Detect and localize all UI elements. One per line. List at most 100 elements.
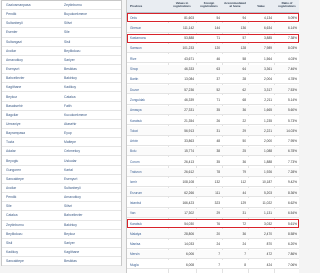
district-link[interactable]: Besiktas <box>64 259 77 263</box>
district-link[interactable]: Arnavutkoy <box>64 195 81 199</box>
district-link[interactable]: Sile <box>6 204 12 208</box>
province-link[interactable]: Mersin <box>130 252 140 256</box>
district-link[interactable]: Gaziosmanpasa <box>6 3 31 7</box>
district-link[interactable]: Sile <box>64 30 70 34</box>
district-link[interactable]: Tuzla <box>6 140 14 144</box>
table-row: Mersin 6,006 7 7 472 7.86% <box>127 249 299 260</box>
district-link[interactable]: Silivri <box>64 21 72 25</box>
district-link[interactable]: Bakirkoy <box>64 223 77 227</box>
district-link[interactable]: Kucukcekmece <box>64 113 87 117</box>
district-link[interactable]: Atasehir <box>64 122 76 126</box>
district-link[interactable]: Sisli <box>64 40 70 44</box>
district-link[interactable]: Pendik <box>6 12 16 16</box>
province-link[interactable]: Manisa <box>130 242 140 246</box>
province-link[interactable]: Duzce <box>130 88 139 92</box>
district-link[interactable]: Uskudar <box>64 159 77 163</box>
province-link[interactable]: Kastamonu <box>130 36 146 40</box>
district-link[interactable]: Beykoz <box>6 95 17 99</box>
province-link[interactable]: Van <box>130 211 135 215</box>
cell-v4: 5,203 <box>264 190 272 195</box>
district-link[interactable]: Beylikduzu <box>64 49 80 53</box>
district-link[interactable]: Kadikoy <box>6 250 18 254</box>
district-link[interactable]: Kagithane <box>64 250 79 254</box>
district-link[interactable]: Cekmekoy <box>64 149 80 153</box>
list-row: Sancaktepe Besiktas <box>2 257 121 267</box>
district-link[interactable]: Sisli <box>6 241 12 245</box>
cell-v2: 78 <box>216 170 220 175</box>
district-link[interactable]: Sariyer <box>64 241 75 245</box>
district-link[interactable]: Gungoren <box>6 168 21 172</box>
cell-v2: 29 <box>216 211 220 216</box>
district-link[interactable]: Maltepe <box>64 140 76 144</box>
district-link[interactable]: Kagithane <box>6 85 21 89</box>
header-col-4[interactable]: Value <box>249 4 273 8</box>
district-link[interactable]: Catalca <box>64 95 76 99</box>
district-link[interactable]: Sultangazi <box>6 40 22 44</box>
province-link[interactable]: Karabuk <box>130 222 142 226</box>
district-link[interactable]: Esenyurt <box>64 177 77 181</box>
header-province[interactable]: Province <box>130 4 166 8</box>
district-link[interactable]: Arnavutkoy <box>6 58 23 62</box>
cell-v1: 57,236 <box>184 87 194 92</box>
province-link[interactable]: Corum <box>130 160 140 164</box>
district-link[interactable]: Kadikoy <box>64 85 76 89</box>
district-link[interactable]: Zeytinburnu <box>64 3 82 7</box>
list-row: Zeytinburnu Bakirkoy <box>2 221 121 230</box>
province-link[interactable]: Samsun <box>130 46 142 50</box>
province-link[interactable]: Trabzon <box>130 170 142 174</box>
province-link[interactable]: Bartin <box>130 77 138 81</box>
province-link[interactable]: Erzurum <box>130 191 142 195</box>
district-link[interactable]: Beykoz <box>64 232 75 236</box>
district-link[interactable]: Avcilar <box>6 186 16 190</box>
province-link[interactable]: Karabuk <box>130 119 142 123</box>
header-col-3[interactable]: Accommodated at home <box>223 1 247 8</box>
list-row: Avcilar Sultanbeyli <box>2 184 121 194</box>
district-link[interactable]: Adalar <box>6 149 16 153</box>
province-link[interactable]: Istanbul <box>130 201 141 205</box>
district-link[interactable]: Esenler <box>6 30 18 34</box>
district-link[interactable]: Buyukcekmece <box>64 12 87 16</box>
district-link[interactable]: Basaksehir <box>6 104 23 108</box>
district-link[interactable]: Bayrampasa <box>6 131 25 135</box>
district-link[interactable]: Sultanbeyli <box>64 186 81 190</box>
district-link[interactable]: Beylikduzu <box>6 232 22 236</box>
district-link[interactable]: Kartal <box>64 168 73 172</box>
province-link[interactable]: Izmir <box>130 180 137 184</box>
district-link[interactable]: Eyup <box>64 131 72 135</box>
district-link[interactable]: Avcilar <box>6 49 16 53</box>
district-link[interactable]: Bakirkoy <box>64 76 77 80</box>
district-link[interactable]: Sultanbeyli <box>6 21 23 25</box>
province-link[interactable]: Sinop <box>130 67 138 71</box>
province-link[interactable]: Mugla <box>130 263 139 267</box>
header-col-1[interactable]: Values in registrations <box>169 1 195 8</box>
district-link[interactable]: Besiktas <box>64 67 77 71</box>
province-link[interactable]: Malatya <box>130 232 141 236</box>
district-link[interactable]: Sancaktepe <box>6 259 24 263</box>
district-link[interactable]: Sancaktepe <box>6 177 24 181</box>
district-link[interactable]: Beyoglu <box>6 159 18 163</box>
district-link[interactable]: Pendik <box>6 195 16 199</box>
province-link[interactable]: Rize <box>130 57 136 61</box>
province-link[interactable]: Giresun <box>130 26 141 30</box>
province-link[interactable]: Tokat <box>130 129 138 133</box>
province-link[interactable]: Ordu <box>130 16 137 20</box>
district-link[interactable]: Sariyer <box>64 58 75 62</box>
header-col-2[interactable]: Foreign registrations <box>197 1 221 8</box>
district-link[interactable]: Umraniye <box>6 122 21 126</box>
province-link[interactable]: Bolu <box>130 149 136 153</box>
table-row: Samsun 101,233 120 128 7,989 8.03% <box>127 43 299 54</box>
district-link[interactable]: Zeytinburnu <box>6 223 24 227</box>
district-link[interactable]: Catalca <box>6 213 18 217</box>
district-link[interactable]: Bagcilar <box>6 113 18 117</box>
header-col-5[interactable]: Ratio of registrations <box>275 1 299 8</box>
district-link[interactable]: Bahcelievler <box>64 213 82 217</box>
district-link[interactable]: Silivri <box>64 204 72 208</box>
district-link[interactable]: Esenyurt <box>6 67 19 71</box>
province-link[interactable]: Zonguldak <box>130 98 145 102</box>
province-link[interactable]: Artvin <box>130 139 138 143</box>
cell-v3: 128 <box>240 46 246 51</box>
province-link[interactable]: Amasya <box>130 108 142 112</box>
list-row: Kagithane Kadikoy <box>2 83 121 93</box>
district-link[interactable]: Bahcelievler <box>6 76 24 80</box>
district-link[interactable]: Fatih <box>64 104 72 108</box>
